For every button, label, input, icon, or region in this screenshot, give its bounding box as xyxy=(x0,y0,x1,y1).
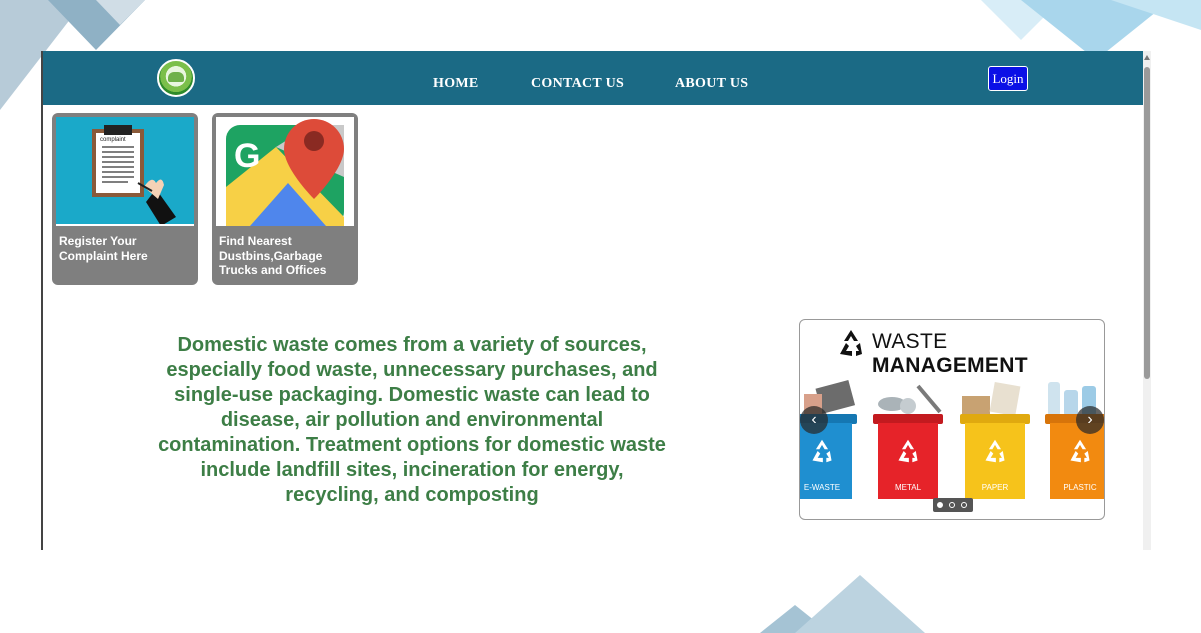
site-logo[interactable] xyxy=(157,59,195,97)
carousel-dot-3[interactable] xyxy=(961,502,967,508)
nav-home-link[interactable]: HOME xyxy=(433,76,479,92)
page-scrollbar[interactable] xyxy=(1143,51,1151,550)
login-button[interactable]: Login xyxy=(988,66,1028,91)
background-decoration-bottom xyxy=(760,575,925,633)
register-complaint-card[interactable]: complaint Register Your Complaint Here xyxy=(52,113,198,285)
page: HOME CONTACT US ABOUT US Login complaint xyxy=(0,0,1201,633)
carousel-title-bold: MANAGEMENT xyxy=(872,354,1028,377)
carousel-dot-1[interactable] xyxy=(937,502,943,508)
bin-e-waste-label: E-WASTE xyxy=(803,483,841,492)
chevron-right-icon: › xyxy=(1087,411,1093,428)
bin-paper: PAPER xyxy=(960,414,1030,500)
svg-text:complaint: complaint xyxy=(100,137,126,143)
svg-text:G: G xyxy=(234,137,260,175)
recycle-icon xyxy=(1070,439,1090,463)
recycle-icon xyxy=(812,439,832,463)
bin-metal-label: METAL xyxy=(894,483,922,492)
scrollbar-thumb[interactable] xyxy=(1144,67,1150,379)
recycle-icon xyxy=(898,439,918,463)
domestic-waste-paragraph: Domestic waste comes from a variety of s… xyxy=(158,334,666,506)
maps-illustration: G xyxy=(216,117,354,226)
scroll-up-arrow-icon[interactable] xyxy=(1144,55,1150,60)
nav-about-link[interactable]: ABOUT US xyxy=(675,76,748,92)
bin-paper-label: PAPER xyxy=(981,483,1009,492)
browser-page: HOME CONTACT US ABOUT US Login complaint xyxy=(41,51,1151,550)
complaint-illustration: complaint xyxy=(56,117,194,226)
chevron-left-icon: ‹ xyxy=(811,411,817,428)
carousel-indicators xyxy=(933,498,973,512)
bin-plastic-label: PLASTIC xyxy=(1063,483,1097,492)
carousel-prev-button[interactable]: ‹ xyxy=(800,406,828,434)
complaint-clipboard-icon: complaint xyxy=(56,125,194,226)
logo-emblem-icon xyxy=(168,72,184,82)
google-maps-icon: G xyxy=(226,119,344,226)
navbar: HOME CONTACT US ABOUT US Login xyxy=(43,51,1145,105)
find-dustbins-label: Find Nearest Dustbins,Garbage Trucks and… xyxy=(219,234,327,277)
carousel-next-button[interactable]: › xyxy=(1076,406,1104,434)
nav-contact-link[interactable]: CONTACT US xyxy=(531,76,624,92)
recycle-icon xyxy=(985,439,1005,463)
register-complaint-label: Register Your Complaint Here xyxy=(59,234,148,263)
carousel-title-light: WASTE xyxy=(872,330,948,353)
find-dustbins-card[interactable]: G Find Nearest Dustbins,Garbage Trucks a… xyxy=(212,113,358,285)
carousel-dot-2[interactable] xyxy=(949,502,955,508)
carousel-title: WASTE MANAGEMENT xyxy=(872,330,1104,378)
waste-management-carousel: WASTE MANAGEMENT E-WASTE METAL PAPER PLA… xyxy=(799,319,1105,520)
recycle-icon xyxy=(840,330,862,356)
bin-metal: METAL xyxy=(873,414,943,500)
